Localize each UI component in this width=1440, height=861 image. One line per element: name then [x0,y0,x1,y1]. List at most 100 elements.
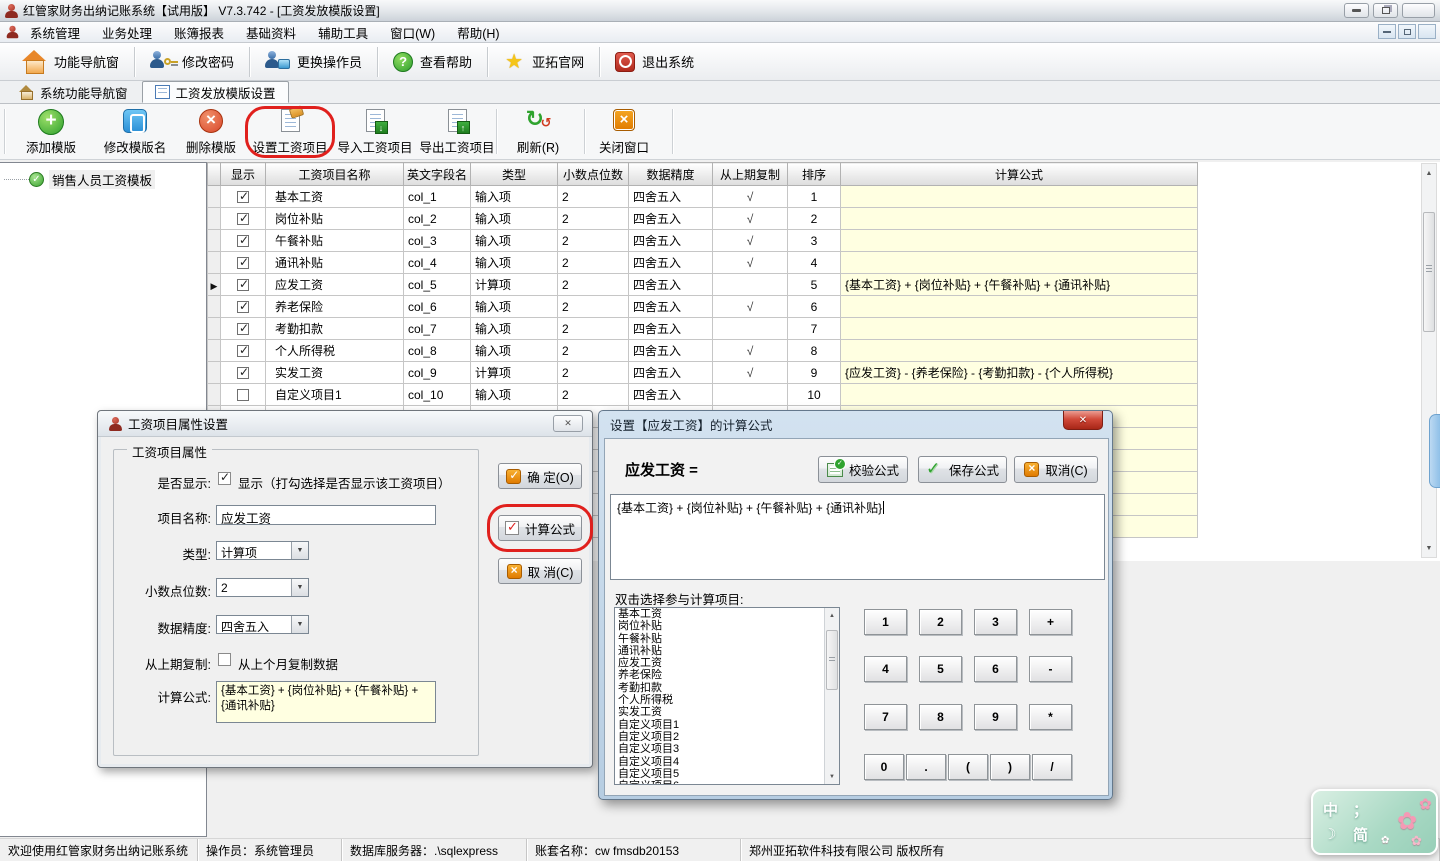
keypad-key[interactable]: 0 [864,754,904,780]
toolbar-button-exit[interactable]: 退出系统 [602,49,707,75]
menu-item-3[interactable]: 基础资料 [235,21,307,44]
mdi-restore-button[interactable] [1398,24,1416,39]
show-checkbox[interactable] [237,323,249,335]
list-item[interactable]: 自定义项目1 [615,719,839,731]
table-row[interactable]: 应发工资col_5计算项2四舍五入5{基本工资} + {岗位补贴} + {午餐补… [208,274,1198,296]
keypad-key[interactable]: 3 [974,609,1017,635]
keypad-key[interactable]: ( [948,754,988,780]
toolbar-button-star[interactable]: 亚拓官网 [490,48,597,76]
ime-moon-icon[interactable]: ☽ [1323,825,1336,843]
action-button-rename[interactable]: 修改模版名 [94,108,176,157]
table-row[interactable]: 考勤扣款col_7输入项2四舍五入7 [208,318,1198,340]
side-panel-handle[interactable] [1429,414,1440,488]
tree-item-sales-template[interactable]: 销售人员工资模板 [0,170,206,189]
list-item[interactable]: 应发工资 [615,657,839,669]
mdi-minimize-button[interactable] [1378,24,1396,39]
table-row[interactable]: 养老保险col_6输入项2四舍五入6 [208,296,1198,318]
show-checkbox[interactable] [237,191,249,203]
list-item[interactable]: 实发工资 [615,706,839,718]
list-item[interactable]: 午餐补贴 [615,633,839,645]
tab-0[interactable]: 系统功能导航窗 [6,81,140,103]
keypad-key[interactable]: 5 [919,656,962,682]
list-item[interactable]: 基本工资 [615,608,839,620]
action-button-setup[interactable]: 设置工资项目 [248,108,332,157]
action-button-export[interactable]: ↑导出工资项目 [418,108,496,157]
show-checkbox[interactable] [237,367,249,379]
keypad-key[interactable]: 7 [864,704,907,730]
menu-item-5[interactable]: 窗口(W) [379,21,446,44]
keypad-key[interactable]: / [1032,754,1072,780]
ime-punct-indicator[interactable]: ； [1353,799,1368,820]
column-header[interactable]: 工资项目名称 [266,163,404,186]
keypad-key[interactable]: ) [990,754,1030,780]
listbox-scrollbar[interactable] [824,608,839,784]
column-header[interactable]: 排序 [788,163,841,186]
keypad-key[interactable]: 9 [974,704,1017,730]
dialog-close-button[interactable] [1063,411,1103,430]
chevron-down-icon[interactable] [291,579,308,596]
keypad-key[interactable]: + [1029,609,1072,635]
chevron-down-icon[interactable] [291,616,308,633]
dialog-close-button[interactable] [553,415,583,432]
show-checkbox[interactable] [237,279,249,291]
toolbar-button-switch[interactable]: 更换操作员 [252,48,375,75]
show-checkbox[interactable] [237,345,249,357]
show-checkbox[interactable] [237,301,249,313]
column-header[interactable]: 数据精度 [629,163,713,186]
table-row[interactable]: 基本工资col_1输入项2四舍五入1 [208,186,1198,208]
action-button-closewin[interactable]: 关闭窗口 [590,108,658,157]
list-item[interactable]: 养老保险 [615,669,839,681]
action-button-del[interactable]: 删除模版 [180,108,242,157]
table-row[interactable]: 个人所得税col_8输入项2四舍五入8 [208,340,1198,362]
restore-button[interactable] [1373,3,1398,18]
list-item[interactable]: 自定义项目2 [615,731,839,743]
toolbar-button-home[interactable]: 功能导航窗 [8,47,132,76]
formula-textarea[interactable]: {基本工资} + {岗位补贴} + {午餐补贴} + {通讯补贴} [216,681,436,723]
calc-formula-button[interactable]: 计算公式 [498,515,582,541]
precision-select[interactable]: 四舍五入 [216,615,309,634]
keypad-key[interactable]: . [906,754,946,780]
scroll-up-icon[interactable] [825,609,839,622]
action-button-import[interactable]: ↓导入工资项目 [336,108,414,157]
keypad-key[interactable]: 6 [974,656,1017,682]
keypad-key[interactable]: 8 [919,704,962,730]
list-item[interactable]: 通讯补贴 [615,645,839,657]
column-header[interactable]: 类型 [471,163,558,186]
list-item[interactable]: 自定义项目4 [615,756,839,768]
decimals-select[interactable]: 2 [216,578,309,597]
table-row[interactable]: 岗位补贴col_2输入项2四舍五入2 [208,208,1198,230]
cancel-button[interactable]: 取消(C) [1014,456,1098,483]
list-item[interactable]: 考勤扣款 [615,682,839,694]
list-item[interactable]: 自定义项目6 [615,780,839,785]
list-item[interactable]: 自定义项目3 [615,743,839,755]
scrollbar-thumb[interactable] [826,630,838,690]
keypad-key[interactable]: - [1029,656,1072,682]
validate-formula-button[interactable]: 校验公式 [818,456,908,483]
menu-item-6[interactable]: 帮助(H) [446,21,510,44]
scroll-up-icon[interactable] [1423,166,1435,180]
item-name-input[interactable]: 应发工资 [216,505,436,525]
menu-item-1[interactable]: 业务处理 [91,21,163,44]
scrollbar-thumb[interactable] [1423,212,1435,332]
mdi-close-button[interactable] [1418,24,1436,39]
tab-1[interactable]: 工资发放模版设置 [142,81,289,103]
table-row[interactable]: 通讯补贴col_4输入项2四舍五入4 [208,252,1198,274]
ime-lang-indicator[interactable]: 中 [1323,799,1338,820]
list-item[interactable]: 个人所得税 [615,694,839,706]
dialog-titlebar[interactable]: 工资项目属性设置 [98,411,592,437]
table-row[interactable]: 午餐补贴col_3输入项2四舍五入3 [208,230,1198,252]
menu-item-4[interactable]: 辅助工具 [307,21,379,44]
cancel-button[interactable]: 取 消(C) [498,558,582,584]
keypad-key[interactable]: 2 [919,609,962,635]
show-checkbox[interactable] [237,257,249,269]
column-header[interactable]: 从上期复制 [713,163,788,186]
table-row[interactable]: 实发工资col_9计算项2四舍五入9{应发工资} - {养老保险} - {考勤扣… [208,362,1198,384]
ime-simplified-indicator[interactable]: 简 [1353,824,1368,845]
show-checkbox[interactable] [237,389,249,401]
formula-input-area[interactable]: {基本工资} + {岗位补贴} + {午餐补贴} + {通讯补贴} [610,494,1105,580]
menu-item-0[interactable]: 系统管理 [19,21,91,44]
column-header[interactable]: 英文字段名 [404,163,471,186]
type-select[interactable]: 计算项 [216,541,309,560]
dialog-titlebar[interactable]: 设置【应发工资】的计算公式 [599,411,1112,438]
keypad-key[interactable]: * [1029,704,1072,730]
